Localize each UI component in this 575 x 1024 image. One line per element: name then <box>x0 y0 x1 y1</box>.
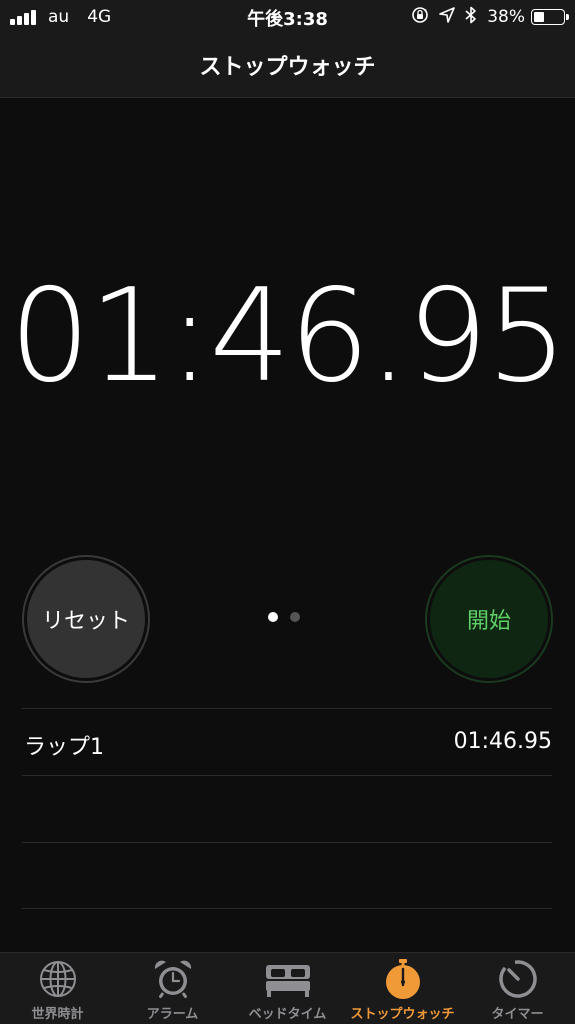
stopwatch-time-display: 01:46.95 <box>9 262 567 411</box>
start-button-label: 開始 <box>430 560 548 678</box>
status-bar-right: 38% <box>411 6 569 28</box>
lap-time: 01:46.95 <box>453 729 552 754</box>
empty-lap-row <box>22 842 552 909</box>
location-arrow-icon <box>439 7 456 27</box>
start-button[interactable]: 開始 <box>425 555 553 683</box>
lap-label: ラップ1 <box>24 735 104 760</box>
battery-tip <box>566 14 569 20</box>
reset-button-label: リセット <box>27 560 145 678</box>
bed-icon <box>230 959 345 999</box>
tab-label: ベッドタイム <box>248 1007 327 1022</box>
alarm-clock-icon <box>115 959 230 999</box>
tab-label: タイマー <box>491 1007 544 1022</box>
page-dot <box>290 612 300 622</box>
navigation-bar: ストップウォッチ <box>0 34 575 98</box>
reset-button[interactable]: リセット <box>22 555 150 683</box>
tab-bar: 世界時計 アラーム ベッドタイム ストップウォッチ タイマー <box>0 952 575 1024</box>
page-title: ストップウォッチ <box>199 55 376 80</box>
tab-bedtime[interactable]: ベッドタイム <box>230 953 345 1024</box>
tab-alarm[interactable]: アラーム <box>115 953 230 1024</box>
rotation-lock-icon <box>411 6 429 28</box>
tab-timer[interactable]: タイマー <box>460 953 575 1024</box>
page-indicator[interactable] <box>268 612 312 622</box>
page-dot-active <box>268 612 278 622</box>
bluetooth-icon <box>465 6 477 28</box>
globe-icon <box>0 959 115 999</box>
lap-row: ラップ1 01:46.95 <box>22 708 552 775</box>
empty-lap-row <box>22 775 552 842</box>
stopwatch-screen: au 4G 午後3:38 38% ストップウォッチ 01:46.95 リセット … <box>0 0 575 1024</box>
tab-label: アラーム <box>146 1007 199 1022</box>
tab-world-clock[interactable]: 世界時計 <box>0 953 115 1024</box>
status-bar: au 4G 午後3:38 38% <box>0 0 575 34</box>
tab-label: 世界時計 <box>31 1007 84 1022</box>
timer-icon <box>460 959 575 999</box>
stopwatch-icon <box>345 959 460 999</box>
lap-list[interactable]: ラップ1 01:46.95 <box>22 708 552 909</box>
tab-stopwatch[interactable]: ストップウォッチ <box>345 953 460 1024</box>
battery-percentage: 38% <box>487 7 525 27</box>
battery-icon <box>531 9 569 25</box>
battery-level-fill <box>534 12 544 22</box>
tab-label: ストップウォッチ <box>350 1007 455 1022</box>
